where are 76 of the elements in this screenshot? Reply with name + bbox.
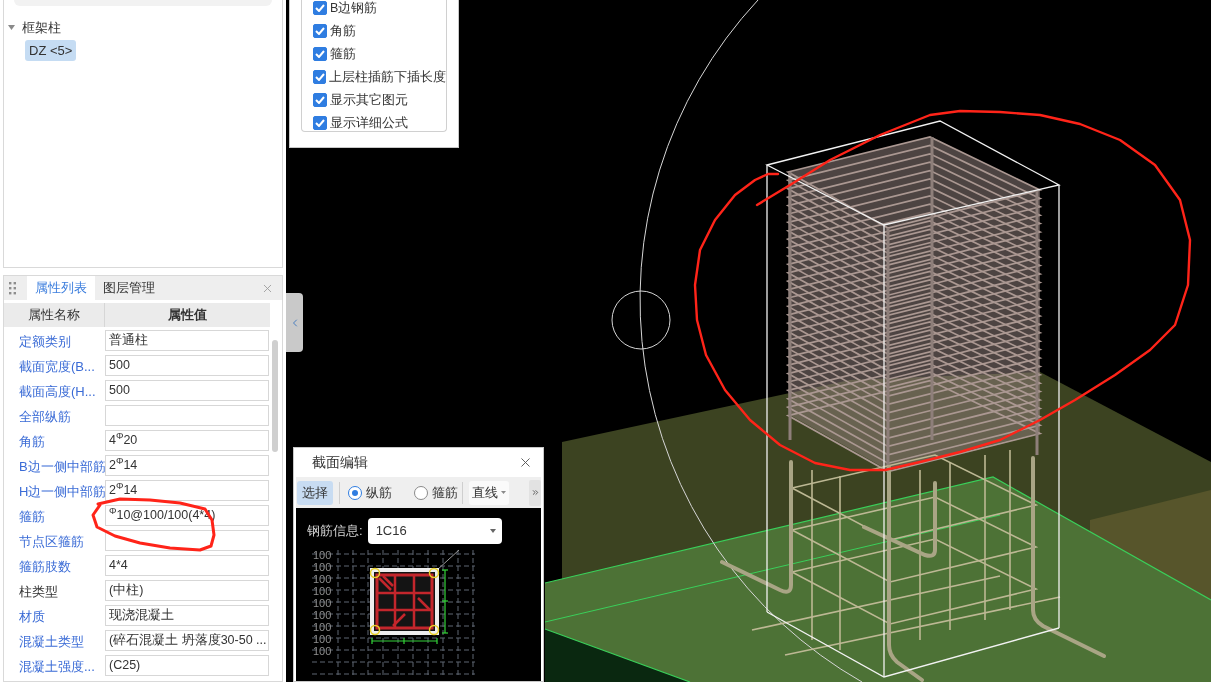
property-name: 材质 [19, 608, 45, 624]
column-header: 属性值 [167, 306, 208, 325]
axis-label: 100 [313, 633, 332, 645]
more-button[interactable] [529, 479, 541, 506]
value-field[interactable]: 4$^{Φ}$20 [105, 430, 269, 451]
checkbox[interactable] [313, 0, 327, 15]
option-label: B边钢筋 [330, 0, 378, 16]
panel-tab[interactable]: 图层管理 [95, 276, 163, 300]
axis-label: 100 [313, 561, 332, 573]
axis-label: 100 [313, 621, 332, 633]
property-name: 节点区箍筋 [19, 533, 84, 549]
check-icon [315, 49, 325, 58]
checkbox[interactable] [313, 92, 327, 107]
property-name: 混凝土类型 [19, 633, 84, 649]
option-label: 显示详细公式 [330, 114, 408, 131]
value-field[interactable]: 500 [105, 380, 269, 401]
caret-icon [489, 529, 496, 533]
value-field[interactable]: 2$^{Φ}$14 [105, 480, 269, 501]
property-name: 箍筋 [19, 508, 45, 524]
value-field[interactable]: (C25) [105, 655, 269, 676]
line-type-dropdown[interactable]: 直线 [469, 480, 509, 505]
value-field[interactable]: (碎石混凝土 坍落度30-50 ... [105, 630, 269, 651]
checkbox[interactable] [313, 115, 327, 130]
option-label: 角筋 [330, 22, 356, 39]
property-name: 定额类别 [19, 333, 71, 349]
checkbox[interactable] [313, 23, 327, 38]
value-field[interactable]: 4*4 [105, 555, 269, 576]
property-name: 角筋 [19, 433, 45, 449]
axis-label: 100 [313, 609, 332, 621]
axis-label: 100 [313, 597, 332, 609]
check-icon [315, 3, 325, 12]
radio-button[interactable] [348, 485, 362, 500]
double-chevron-icon [530, 488, 540, 497]
small-circle [611, 290, 671, 350]
caret-icon [501, 491, 506, 494]
value-field[interactable]: 普通柱 [105, 330, 269, 351]
checkbox[interactable] [313, 69, 326, 84]
select-button[interactable]: 选择 [297, 480, 333, 505]
check-icon [315, 95, 325, 104]
property-name: 箍筋肢数 [19, 558, 71, 574]
value-field[interactable]: 2$^{Φ}$14 [105, 455, 269, 476]
check-icon [315, 26, 325, 35]
scrollbar[interactable] [272, 340, 278, 452]
property-name: 柱类型 [19, 583, 58, 599]
property-name: H边一侧中部筋 [19, 483, 107, 499]
option-label: 箍筋 [330, 45, 356, 62]
check-icon [315, 118, 325, 127]
property-name: 截面宽度(B... [19, 358, 95, 374]
caret-icon[interactable] [8, 25, 15, 30]
tree-item[interactable]: DZ <5> [25, 40, 77, 61]
check-icon [314, 72, 325, 81]
panel-tab[interactable]: 属性列表 [27, 276, 95, 300]
value-field[interactable] [105, 405, 269, 426]
tree-item[interactable]: 框架柱 [18, 17, 65, 38]
property-name: 全部纵筋 [19, 408, 71, 424]
option-label: 显示其它图元 [330, 91, 408, 108]
option-label: 上层柱插筋下插长度 [329, 68, 446, 85]
radio-label: 纵筋 [366, 483, 392, 502]
radio-button[interactable] [414, 485, 428, 500]
rebar-info-label: 钢筋信息: [307, 522, 363, 541]
drag-handle-icon[interactable] [9, 281, 16, 295]
property-name: 混凝土强度... [19, 658, 95, 674]
axis-label: 100 [313, 585, 332, 597]
axis-label: 100 [313, 645, 332, 657]
radio-label: 箍筋 [432, 483, 458, 502]
dialog-title: 截面编辑 [312, 453, 368, 472]
axis-label: 100 [313, 573, 332, 585]
value-field[interactable]: 现浇混凝土 [105, 605, 269, 626]
value-field[interactable]: (中柱) [105, 580, 269, 601]
column-header: 属性名称 [4, 303, 105, 327]
checkbox[interactable] [313, 46, 327, 61]
rebar-info-dropdown[interactable]: 1C16 [367, 518, 502, 544]
property-name: B边一侧中部筋 [19, 458, 106, 474]
value-field[interactable]: 500 [105, 355, 269, 376]
property-name: 截面高度(H... [19, 383, 96, 399]
axis-label: 100 [313, 549, 332, 561]
